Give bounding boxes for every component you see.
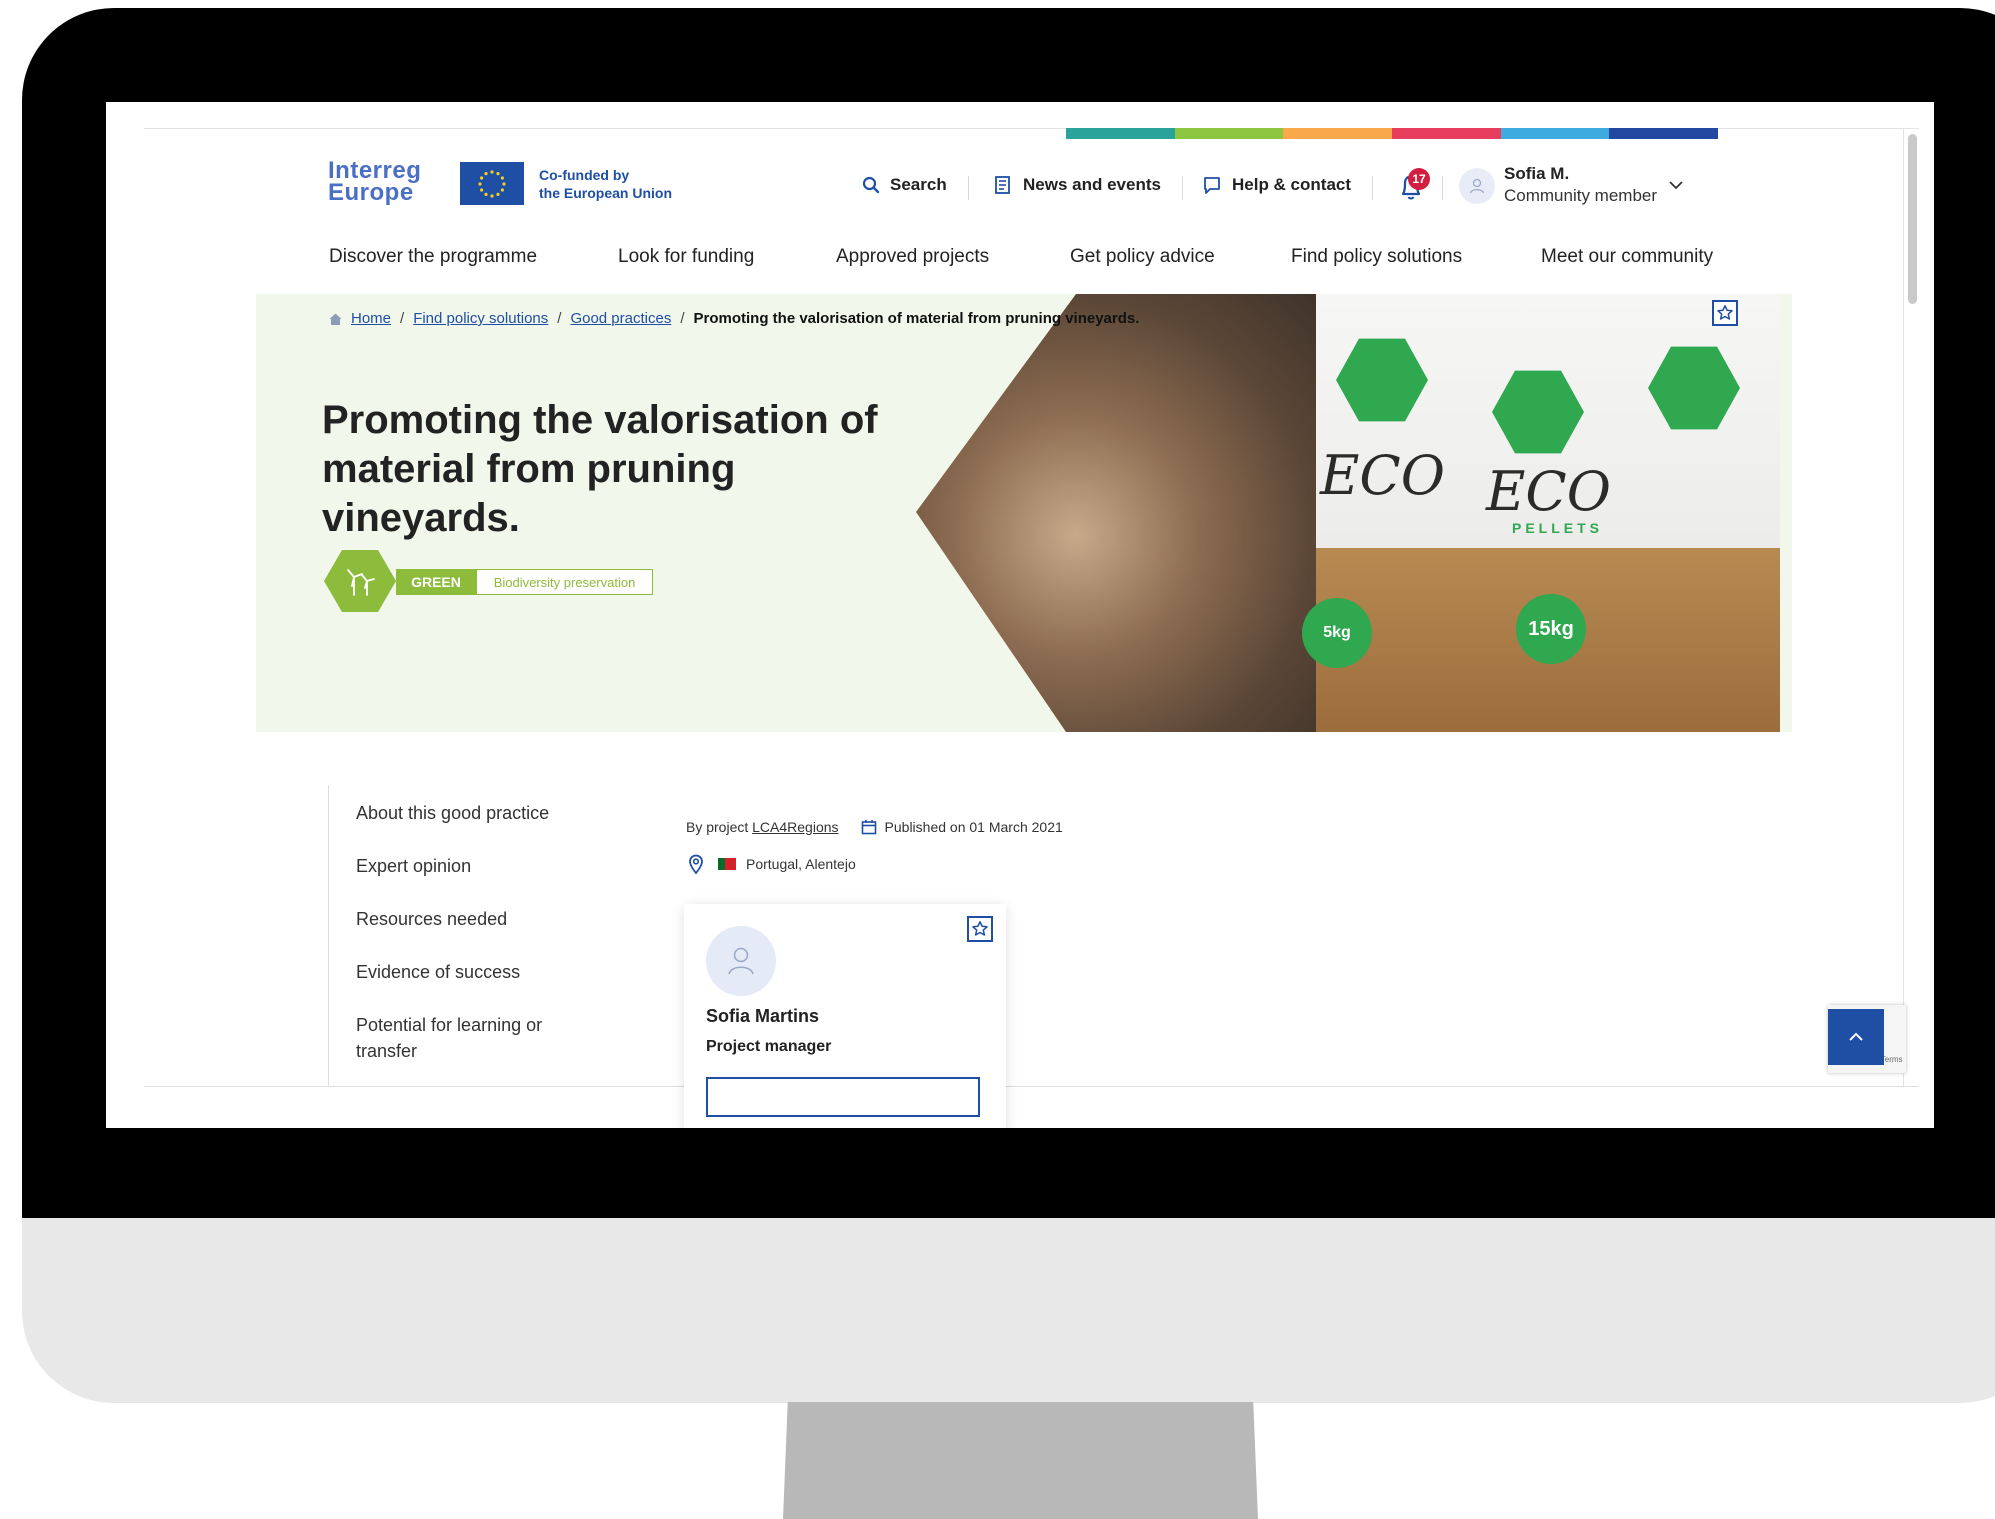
location-text: Portugal, Alentejo <box>746 856 856 872</box>
nav-look-for-funding[interactable]: Look for funding <box>618 246 754 268</box>
nav-approved-projects[interactable]: Approved projects <box>836 246 989 268</box>
nav-meet-community[interactable]: Meet our community <box>1541 246 1713 268</box>
user-name[interactable]: Sofia M. <box>1504 164 1569 184</box>
divider <box>968 176 969 200</box>
sidemenu-item-evidence[interactable]: Evidence of success <box>356 959 520 985</box>
monitor-stand <box>783 1402 1258 1519</box>
page-title: Promoting the valorisation of material f… <box>322 398 878 540</box>
sidemenu-item-resources[interactable]: Resources needed <box>356 906 507 932</box>
contact-card: Sofia Martins Project manager <box>684 904 1006 1128</box>
help-contact-link[interactable]: Help & contact <box>1202 175 1351 195</box>
nav-discover-programme[interactable]: Discover the programme <box>329 246 537 268</box>
bag-weight: 5kg <box>1302 598 1372 668</box>
contact-avatar <box>706 926 776 996</box>
contact-button[interactable] <box>706 1077 980 1117</box>
chevron-down-icon[interactable] <box>1668 178 1684 196</box>
breadcrumb-good-practices-link[interactable]: Good practices <box>570 310 671 327</box>
divider <box>1182 176 1183 200</box>
news-events-link[interactable]: News and events <box>993 175 1161 195</box>
browser-viewport: Interreg Europe Co-funded by the Europea… <box>106 102 1934 1128</box>
breadcrumb: Home / Find policy solutions / Good prac… <box>328 310 1139 327</box>
sidemenu-item-potential-transfer[interactable]: Potential for learning or transfer <box>356 1012 596 1064</box>
sidemenu-item-expert-opinion[interactable]: Expert opinion <box>356 853 471 879</box>
chat-bubble-icon <box>1202 175 1222 195</box>
divider <box>1372 176 1373 200</box>
user-avatar[interactable] <box>1459 168 1495 204</box>
bag-brand-text: ECO <box>1486 460 1612 523</box>
breadcrumb-home-link[interactable]: Home <box>351 310 391 327</box>
portugal-flag-icon <box>718 858 736 870</box>
bookmark-star-icon[interactable] <box>967 916 993 942</box>
project-meta: By project LCA4Regions Published on 01 M… <box>686 819 1063 835</box>
cofunded-text: Co-funded by the European Union <box>539 166 672 202</box>
back-to-top-button[interactable] <box>1828 1009 1884 1065</box>
newspaper-icon <box>993 175 1013 195</box>
project-link[interactable]: LCA4Regions <box>752 819 838 835</box>
bag-brand-text: ECO <box>1320 444 1446 507</box>
bag-weight: 15kg <box>1516 594 1586 664</box>
search-icon <box>862 176 880 194</box>
sidemenu-item-about[interactable]: About this good practice <box>356 800 549 826</box>
bookmark-star-icon[interactable] <box>1712 300 1738 326</box>
by-project-prefix: By project <box>686 819 749 835</box>
divider <box>1442 176 1443 200</box>
chevron-up-icon <box>1849 1032 1863 1041</box>
published-date: Published on 01 March 2021 <box>884 819 1063 835</box>
notification-count-badge: 17 <box>1408 168 1430 190</box>
scrollbar-thumb[interactable] <box>1908 134 1917 304</box>
page-frame-bottom <box>144 1086 1919 1087</box>
nav-get-policy-advice[interactable]: Get policy advice <box>1070 246 1215 268</box>
cofunded-line-2: the European Union <box>539 185 672 201</box>
hero-image-pellet-bags: ECO ECO PELLETS 15kg 5kg <box>1302 294 1780 732</box>
contact-name: Sofia Martins <box>706 1006 820 1026</box>
home-icon <box>328 312 343 326</box>
category-tag[interactable]: GREEN <box>396 569 476 595</box>
location-meta: Portugal, Alentejo <box>688 854 856 874</box>
brand-color-strip <box>1066 128 1719 139</box>
eu-flag-icon <box>460 162 524 205</box>
search-link[interactable]: Search <box>862 175 947 195</box>
help-contact-label: Help & contact <box>1232 175 1352 194</box>
user-role: Community member <box>1504 186 1658 205</box>
sidemenu-divider <box>328 785 329 1085</box>
bag-brand-sub: PELLETS <box>1512 520 1604 536</box>
interreg-europe-logo[interactable]: Interreg Europe <box>328 159 421 206</box>
breadcrumb-current: Promoting the valorisation of material f… <box>693 310 1140 327</box>
calendar-icon <box>861 819 877 835</box>
logo-line-2: Europe <box>328 179 414 206</box>
breadcrumb-find-policy-link[interactable]: Find policy solutions <box>413 310 548 327</box>
contact-role: Project manager <box>706 1038 832 1055</box>
topic-tag[interactable]: Biodiversity preservation <box>476 569 653 595</box>
news-events-label: News and events <box>1023 175 1161 194</box>
location-pin-icon <box>688 854 704 874</box>
page-frame-right <box>1903 128 1904 1086</box>
nav-find-policy-solutions[interactable]: Find policy solutions <box>1291 246 1462 268</box>
search-label: Search <box>890 175 947 194</box>
hero-image-pellets-hand <box>916 294 1316 732</box>
cofunded-line-1: Co-funded by <box>539 167 630 183</box>
